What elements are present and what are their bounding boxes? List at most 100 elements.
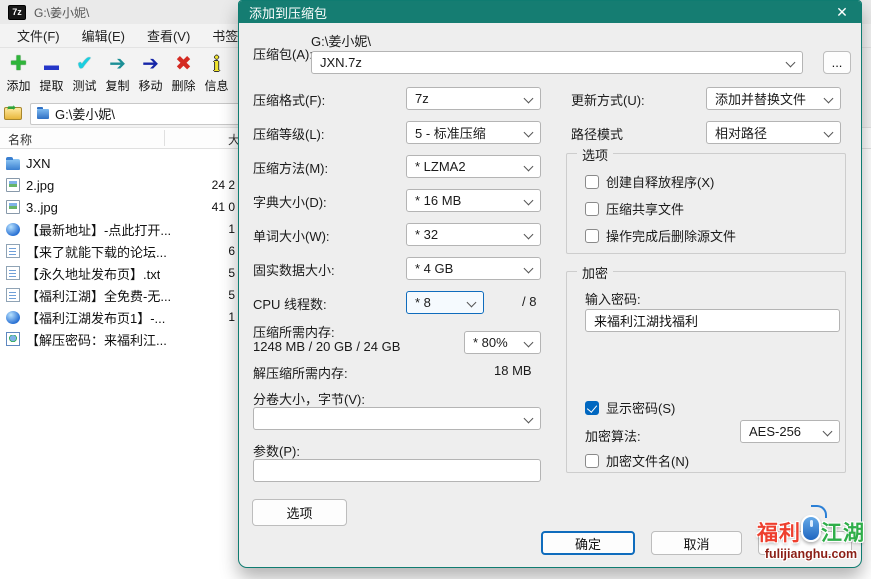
column-name[interactable]: 名称 — [8, 131, 32, 148]
show-password-checkbox[interactable]: 显示密码(S) — [585, 398, 675, 417]
close-icon[interactable]: ✕ — [831, 2, 853, 22]
fulijianghu-watermark: 福利 江湖 fulijianghu.com — [757, 511, 865, 561]
chevron-down-icon — [524, 264, 534, 274]
format-combo[interactable]: 7z — [406, 87, 541, 110]
path-mode-combo[interactable]: 相对路径 — [706, 121, 841, 144]
checkbox-icon — [585, 175, 599, 189]
chevron-down-icon — [824, 128, 834, 138]
options-button[interactable]: 选项 — [252, 499, 347, 526]
volume-size-combo[interactable] — [253, 407, 541, 430]
image-file-icon — [6, 178, 20, 192]
solid-block-combo[interactable]: * 4 GB — [406, 257, 541, 280]
browse-button[interactable]: ... — [823, 51, 851, 74]
encryption-group-title: 加密 — [577, 263, 613, 282]
encryption-method-label: 加密算法: — [585, 426, 641, 445]
shared-files-checkbox[interactable]: 压缩共享文件 — [585, 199, 684, 218]
list-item[interactable]: 2.jpg 24 2 — [0, 174, 237, 196]
archive-label: 压缩包(A): — [253, 44, 313, 63]
menu-edit[interactable]: 编辑(E) — [73, 24, 134, 47]
list-item[interactable]: 【永久地址发布页】.txt 5 — [0, 262, 237, 284]
delete-x-icon — [175, 52, 192, 76]
move-button[interactable]: 移动 — [134, 52, 167, 94]
address-path: G:\姜小妮\ — [55, 104, 115, 123]
delete-button[interactable]: 删除 — [167, 52, 200, 94]
info-icon — [213, 52, 219, 76]
password-input[interactable] — [585, 309, 840, 332]
dialog-titlebar: 添加到压缩包 ✕ — [239, 1, 861, 23]
path-mode-label: 路径模式 — [571, 124, 623, 143]
sfx-checkbox[interactable]: 创建自释放程序(X) — [585, 172, 714, 191]
dictionary-label: 字典大小(D): — [253, 192, 327, 211]
list-item[interactable]: 【来了就能下载的论坛... 6 — [0, 240, 237, 262]
encryption-group: 加密 输入密码: 显示密码(S) 加密算法: AES-256 加密文件名(N) — [566, 271, 846, 473]
cpu-threads-combo[interactable]: * 8 — [406, 291, 484, 314]
memory-decompress-label: 解压缩所需内存: — [253, 363, 348, 382]
chevron-down-icon — [524, 414, 534, 424]
options-group: 选项 创建自释放程序(X) 压缩共享文件 操作完成后删除源文件 — [566, 153, 846, 254]
folder-icon — [6, 159, 20, 170]
chevron-down-icon — [524, 162, 534, 172]
watermark-text-left: 福利 — [757, 517, 801, 547]
dictionary-combo[interactable]: * 16 MB — [406, 189, 541, 212]
solid-block-label: 固实数据大小: — [253, 260, 335, 279]
window-title: G:\姜小妮\ — [34, 4, 89, 21]
method-combo[interactable]: * LZMA2 — [406, 155, 541, 178]
add-plus-icon — [10, 52, 27, 76]
chevron-down-icon — [524, 128, 534, 138]
memory-compress-value: 1248 MB / 20 GB / 24 GB — [253, 339, 400, 354]
word-size-label: 单词大小(W): — [253, 226, 330, 245]
list-item[interactable]: JXN — [0, 152, 237, 174]
checkbox-icon — [585, 454, 599, 468]
text-file-icon — [6, 244, 20, 258]
password-label: 输入密码: — [585, 289, 641, 308]
add-button[interactable]: 添加 — [2, 52, 35, 94]
checkbox-icon — [585, 229, 599, 243]
list-item[interactable]: 【最新地址】-点此打开... 1 — [0, 218, 237, 240]
encryption-method-combo[interactable]: AES-256 — [740, 420, 840, 443]
delete-after-checkbox[interactable]: 操作完成后删除源文件 — [585, 226, 736, 245]
chevron-down-icon — [524, 338, 534, 348]
format-label: 压缩格式(F): — [253, 90, 325, 109]
copy-arrow-icon — [109, 52, 126, 76]
globe-icon — [6, 311, 20, 324]
html-file-icon — [6, 332, 20, 346]
menu-view[interactable]: 查看(V) — [138, 24, 199, 47]
info-button[interactable]: 信息 — [200, 52, 233, 94]
text-file-icon — [6, 266, 20, 280]
extract-button[interactable]: 提取 — [35, 52, 68, 94]
menu-file[interactable]: 文件(F) — [8, 24, 69, 47]
watermark-text-right: 江湖 — [821, 517, 865, 547]
chevron-down-icon — [823, 427, 833, 437]
memory-decompress-value: 18 MB — [494, 363, 532, 378]
list-item[interactable]: 【福利江湖发布页1】-... 1 — [0, 306, 237, 328]
test-button[interactable]: 测试 — [68, 52, 101, 94]
parameters-input[interactable] — [253, 459, 541, 482]
memory-percent-combo[interactable]: * 80% — [464, 331, 541, 354]
update-mode-combo[interactable]: 添加并替换文件 — [706, 87, 841, 110]
cancel-button[interactable]: 取消 — [651, 531, 742, 555]
chevron-down-icon — [524, 230, 534, 240]
chevron-down-icon — [467, 298, 477, 308]
word-size-combo[interactable]: * 32 — [406, 223, 541, 246]
level-combo[interactable]: 5 - 标准压缩 — [406, 121, 541, 144]
globe-icon — [6, 223, 20, 236]
move-arrow-icon — [142, 52, 159, 76]
mouse-icon — [801, 515, 821, 542]
list-item[interactable]: 【解压密码：来福利江... — [0, 328, 237, 350]
column-separator[interactable] — [164, 130, 165, 146]
watermark-url: fulijianghu.com — [757, 547, 865, 561]
up-folder-icon[interactable] — [4, 107, 22, 120]
cpu-threads-max: / 8 — [522, 294, 536, 309]
method-label: 压缩方法(M): — [253, 158, 328, 177]
chevron-down-icon — [524, 196, 534, 206]
ok-button[interactable]: 确定 — [541, 531, 635, 555]
options-group-title: 选项 — [577, 145, 613, 164]
encrypt-filenames-checkbox[interactable]: 加密文件名(N) — [585, 451, 689, 470]
copy-button[interactable]: 复制 — [101, 52, 134, 94]
archive-dir-path: G:\姜小妮\ — [311, 31, 371, 50]
parameters-label: 参数(P): — [253, 441, 300, 460]
cpu-threads-label: CPU 线程数: — [253, 294, 327, 313]
list-item[interactable]: 【福利江湖】全免费-无... 5 — [0, 284, 237, 306]
archive-name-combo[interactable]: JXN.7z — [311, 51, 803, 74]
list-item[interactable]: 3..jpg 41 0 — [0, 196, 237, 218]
